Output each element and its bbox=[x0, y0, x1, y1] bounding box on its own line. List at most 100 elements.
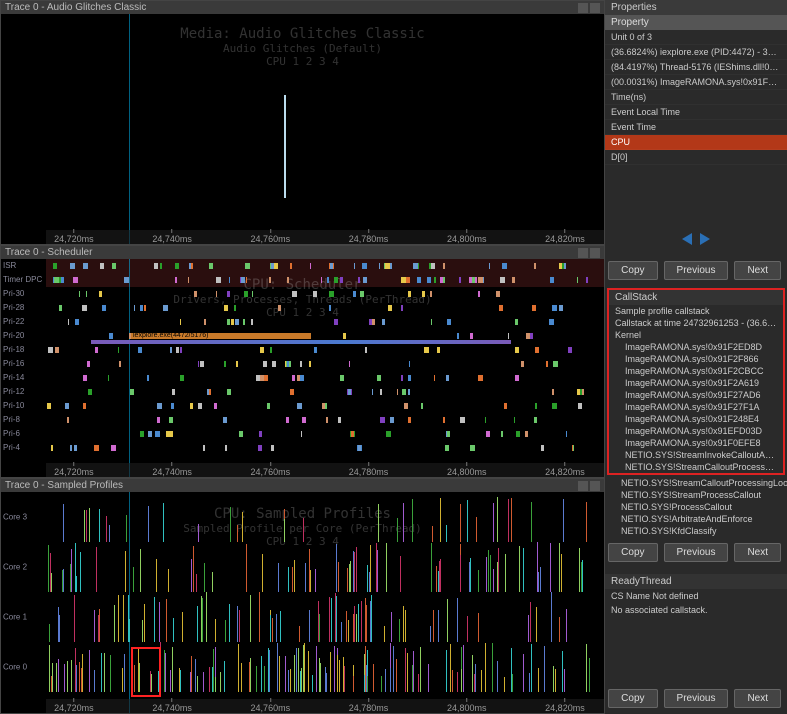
sched-segment[interactable] bbox=[263, 361, 267, 367]
sched-segment[interactable] bbox=[74, 445, 77, 451]
sched-segment[interactable] bbox=[553, 361, 558, 367]
sched-segment[interactable] bbox=[216, 291, 217, 297]
sched-segment[interactable] bbox=[446, 375, 449, 381]
sched-segment[interactable] bbox=[401, 305, 403, 311]
callstack-frame[interactable]: NETIO.SYS!StreamCalloutProcessingLoop bbox=[605, 477, 787, 489]
time-cursor[interactable] bbox=[129, 14, 130, 244]
sched-segment[interactable] bbox=[290, 389, 294, 395]
sched-segment[interactable] bbox=[297, 403, 302, 409]
sched-segment[interactable] bbox=[512, 277, 515, 283]
sched-segment[interactable] bbox=[434, 277, 436, 283]
sched-segment[interactable] bbox=[82, 305, 87, 311]
sched-segment[interactable] bbox=[118, 347, 119, 353]
sched-segment[interactable] bbox=[334, 319, 338, 325]
sched-segment[interactable] bbox=[83, 375, 87, 381]
sched-segment[interactable] bbox=[402, 389, 405, 395]
sched-segment[interactable] bbox=[351, 431, 354, 437]
sched-segment[interactable] bbox=[119, 361, 121, 367]
sched-segment[interactable] bbox=[501, 431, 503, 437]
sched-segment[interactable] bbox=[198, 361, 200, 367]
sched-segment[interactable] bbox=[430, 291, 432, 297]
sched-segment[interactable] bbox=[180, 347, 182, 353]
sched-segment[interactable] bbox=[70, 263, 75, 269]
sched-segment[interactable] bbox=[586, 277, 588, 283]
sched-segment[interactable] bbox=[349, 361, 350, 367]
sched-segment[interactable] bbox=[302, 417, 306, 423]
sched-segment[interactable] bbox=[406, 277, 409, 283]
sched-segment[interactable] bbox=[443, 417, 445, 423]
sched-segment[interactable] bbox=[413, 263, 418, 269]
sched-segment[interactable] bbox=[258, 445, 262, 451]
sched-segment[interactable] bbox=[309, 361, 311, 367]
sched-segment[interactable] bbox=[203, 445, 205, 451]
sched-segment[interactable] bbox=[259, 431, 262, 437]
sched-segment[interactable] bbox=[175, 263, 178, 269]
callstack-frame[interactable]: NETIO.SYS!StreamProcessCallout bbox=[605, 489, 787, 501]
sched-segment[interactable] bbox=[169, 417, 173, 423]
sched-segment[interactable] bbox=[326, 417, 328, 423]
sched-segment[interactable] bbox=[138, 347, 142, 353]
next-button-3[interactable]: Next bbox=[734, 689, 781, 708]
sched-segment[interactable] bbox=[86, 291, 88, 297]
sched-segment[interactable] bbox=[140, 431, 144, 437]
sched-segment[interactable] bbox=[434, 375, 435, 381]
sched-segment[interactable] bbox=[489, 263, 490, 269]
sched-segment[interactable] bbox=[224, 305, 228, 311]
panel1-close-icon[interactable] bbox=[590, 3, 600, 13]
sched-segment[interactable] bbox=[515, 347, 519, 353]
callstack-frame[interactable]: ImageRAMONA.sys!0x91F27AD6 bbox=[609, 389, 783, 401]
sched-segment[interactable] bbox=[264, 375, 268, 381]
sched-segment[interactable] bbox=[360, 291, 364, 297]
callstack-frame[interactable]: ImageRAMONA.sys!0x91F27F1A bbox=[609, 401, 783, 413]
sched-segment[interactable] bbox=[459, 277, 461, 283]
sched-segment[interactable] bbox=[386, 431, 391, 437]
sched-segment[interactable] bbox=[322, 403, 324, 409]
sched-segment[interactable] bbox=[330, 263, 333, 269]
sched-segment[interactable] bbox=[269, 277, 271, 283]
sched-segment[interactable] bbox=[111, 445, 116, 451]
callstack-frame[interactable]: ImageRAMONA.sys!0x91F2ED8D bbox=[609, 341, 783, 353]
sched-segment[interactable] bbox=[209, 263, 212, 269]
sched-segment[interactable] bbox=[59, 305, 62, 311]
sched-segment[interactable] bbox=[313, 291, 317, 297]
sched-segment[interactable] bbox=[53, 263, 58, 269]
sched-segment[interactable] bbox=[267, 403, 270, 409]
sched-segment[interactable] bbox=[310, 263, 312, 269]
sched-segment[interactable] bbox=[214, 403, 218, 409]
sched-segment[interactable] bbox=[431, 319, 432, 325]
sched-segment[interactable] bbox=[388, 305, 392, 311]
sched-segment[interactable] bbox=[534, 263, 536, 269]
sched-segment[interactable] bbox=[365, 347, 367, 353]
nav-prev-icon[interactable] bbox=[682, 233, 692, 245]
sched-segment[interactable] bbox=[550, 277, 554, 283]
sched-segment[interactable] bbox=[124, 277, 128, 283]
sched-segment[interactable] bbox=[500, 277, 505, 283]
callstack-frame[interactable]: NETIO.SYS!ArbitrateAndEnforce bbox=[605, 513, 787, 525]
sched-segment[interactable] bbox=[363, 277, 367, 283]
sched-segment[interactable] bbox=[408, 375, 411, 381]
sched-segment[interactable] bbox=[478, 291, 481, 297]
core-samples[interactable] bbox=[46, 542, 604, 592]
sched-segment[interactable] bbox=[362, 263, 367, 269]
sched-segment[interactable] bbox=[239, 431, 243, 437]
property-row[interactable]: Unit 0 of 3 bbox=[605, 30, 787, 45]
sched-segment[interactable] bbox=[287, 361, 289, 367]
sched-segment[interactable] bbox=[79, 291, 80, 297]
sched-segment[interactable] bbox=[188, 277, 189, 283]
sched-segment[interactable] bbox=[160, 263, 162, 269]
sched-segment[interactable] bbox=[408, 291, 412, 297]
sched-segment[interactable] bbox=[534, 417, 536, 423]
sched-segment[interactable] bbox=[358, 277, 360, 283]
prev-button-3[interactable]: Previous bbox=[664, 689, 729, 708]
sched-segment[interactable] bbox=[572, 445, 573, 451]
prev-button-2[interactable]: Previous bbox=[664, 543, 729, 562]
sched-segment[interactable] bbox=[424, 347, 428, 353]
sched-segment[interactable] bbox=[475, 277, 477, 283]
sched-segment[interactable] bbox=[207, 389, 209, 395]
sched-segment[interactable] bbox=[382, 319, 385, 325]
property-row[interactable]: (00.0031%) ImageRAMONA.sys!0x91F2ED8D bbox=[605, 75, 787, 90]
sched-segment[interactable] bbox=[224, 361, 226, 367]
sched-segment[interactable] bbox=[223, 417, 227, 423]
sched-segment[interactable] bbox=[552, 305, 557, 311]
sched-segment[interactable] bbox=[246, 277, 247, 283]
